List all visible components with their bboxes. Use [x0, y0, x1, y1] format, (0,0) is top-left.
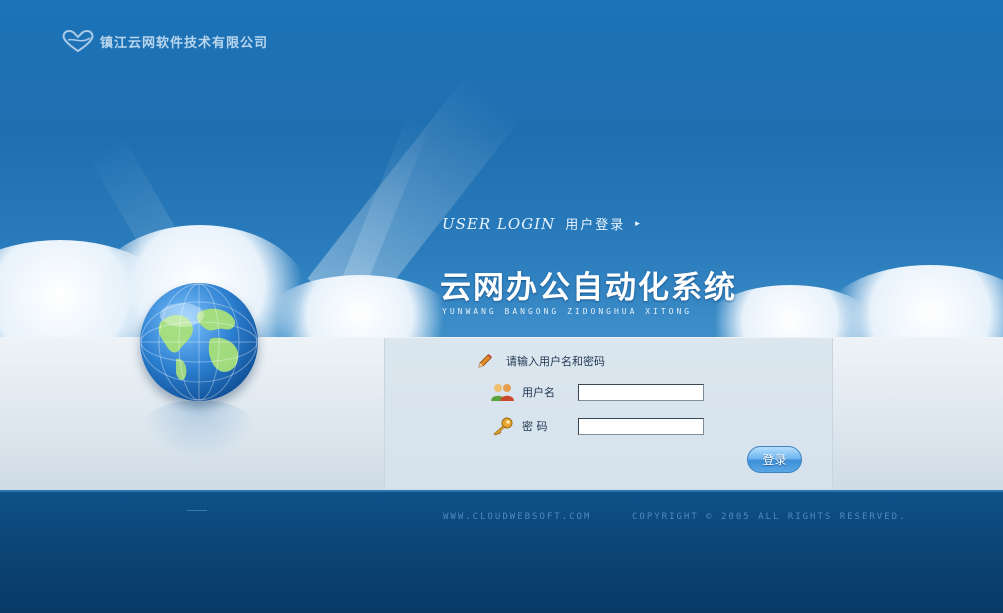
company-logo: 镇江云网软件技术有限公司: [60, 28, 268, 54]
user-login-heading: USER LOGIN 用户登录 ▸: [442, 214, 641, 234]
login-button[interactable]: 登录: [747, 446, 802, 473]
globe-map: [140, 283, 258, 401]
footer-area: [0, 490, 1003, 613]
header-banner: 镇江云网软件技术有限公司 USER LOGIN 用户登录 ▸ 云网办公自动化系统…: [0, 0, 1003, 337]
key-icon: [493, 417, 513, 436]
password-row: 密 码: [490, 416, 704, 436]
company-name: 镇江云网软件技术有限公司: [100, 35, 269, 51]
copyright-text: COPYRIGHT © 2005 ALL RIGHTS RESERVED.: [632, 512, 907, 522]
website-link[interactable]: WWW.CLOUDWEBSOFT.COM: [443, 512, 591, 522]
divider: [187, 510, 207, 511]
user-login-cn: 用户登录: [565, 218, 626, 233]
divider: [0, 490, 1003, 492]
globe-icon: [140, 283, 258, 401]
system-title: 云网办公自动化系统: [440, 270, 737, 306]
username-label: 用户名: [522, 386, 555, 399]
password-label: 密 码: [522, 420, 548, 433]
system-subtitle: YUNWANG BANGONG ZIDONGHUA XITONG: [442, 307, 693, 316]
username-input[interactable]: [578, 383, 704, 401]
users-icon: [491, 384, 514, 401]
login-hint: 请输入用户名和密码: [476, 352, 605, 370]
globe-reflection: [140, 400, 258, 460]
arrow-right-icon: ▸: [635, 218, 641, 229]
cloud: [820, 265, 1003, 337]
pencil-icon: [478, 354, 492, 368]
user-login-en: USER LOGIN: [442, 214, 556, 233]
heart-logo-icon: [62, 30, 94, 53]
username-row: 用户名: [490, 382, 704, 402]
password-input[interactable]: [578, 417, 704, 435]
hint-text: 请输入用户名和密码: [506, 355, 605, 368]
